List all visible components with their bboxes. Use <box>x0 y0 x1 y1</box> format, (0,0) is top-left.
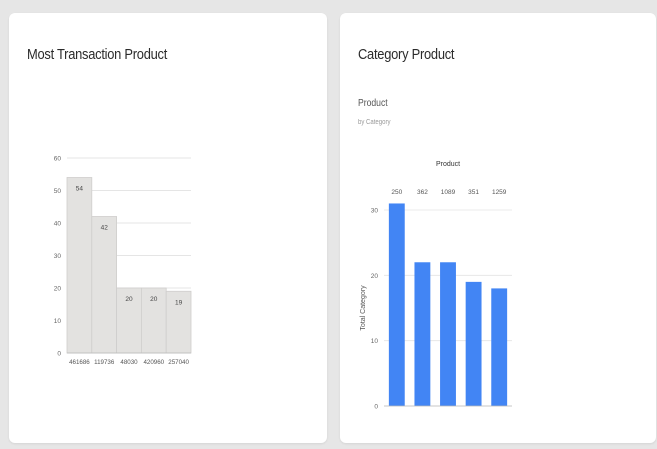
data-label: 54 <box>76 186 84 193</box>
bar <box>465 281 482 406</box>
y-tick-label: 0 <box>57 351 61 358</box>
y-tick-label: 10 <box>54 318 62 325</box>
x-tick-label: 1089 <box>441 189 456 196</box>
x-tick-label: 257040 <box>168 359 189 366</box>
category-product-chart: Product 0 10 20 30 Total Category 250 362 1089 35… <box>360 161 512 411</box>
x-tick-label: 119736 <box>94 359 115 366</box>
y-tick-label: 30 <box>54 253 62 260</box>
x-tick-label: 351 <box>468 189 479 196</box>
x-tick-label: 1259 <box>492 189 507 196</box>
bar <box>491 288 508 406</box>
y-tick-label: 10 <box>371 338 379 345</box>
bar <box>388 203 405 406</box>
x-tick-label: 420960 <box>143 359 164 366</box>
data-label: 19 <box>175 299 183 306</box>
y-tick-label: 60 <box>54 156 62 163</box>
data-label: 20 <box>125 296 133 303</box>
x-tick-label: 362 <box>417 189 428 196</box>
x-tick-label: 250 <box>391 189 402 196</box>
y-axis-label: Total Category <box>360 285 367 331</box>
y-tick-label: 50 <box>54 188 62 195</box>
bar <box>440 262 456 406</box>
x-tick-label: 48030 <box>120 359 138 366</box>
y-tick-label: 40 <box>54 221 62 228</box>
data-label: 42 <box>101 225 109 232</box>
most-transaction-chart: 0 10 20 30 40 50 60 54 461686 42 119736 20 48030 20 42… <box>54 156 192 366</box>
bar <box>91 216 118 354</box>
y-tick-label: 0 <box>374 404 378 411</box>
bar <box>66 177 93 354</box>
x-tick-label: 461686 <box>69 359 90 366</box>
most-transaction-card: Most Transaction Product 0 10 20 30 40 50 60 54… <box>9 13 327 443</box>
data-label: 20 <box>150 296 158 303</box>
y-tick-label: 20 <box>371 273 379 280</box>
category-product-card: Category Product Product by Category Pro… <box>340 13 656 443</box>
chart-title: Product <box>436 161 460 168</box>
bar <box>414 262 431 406</box>
y-tick-label: 20 <box>54 286 62 293</box>
y-tick-label: 30 <box>371 208 379 215</box>
